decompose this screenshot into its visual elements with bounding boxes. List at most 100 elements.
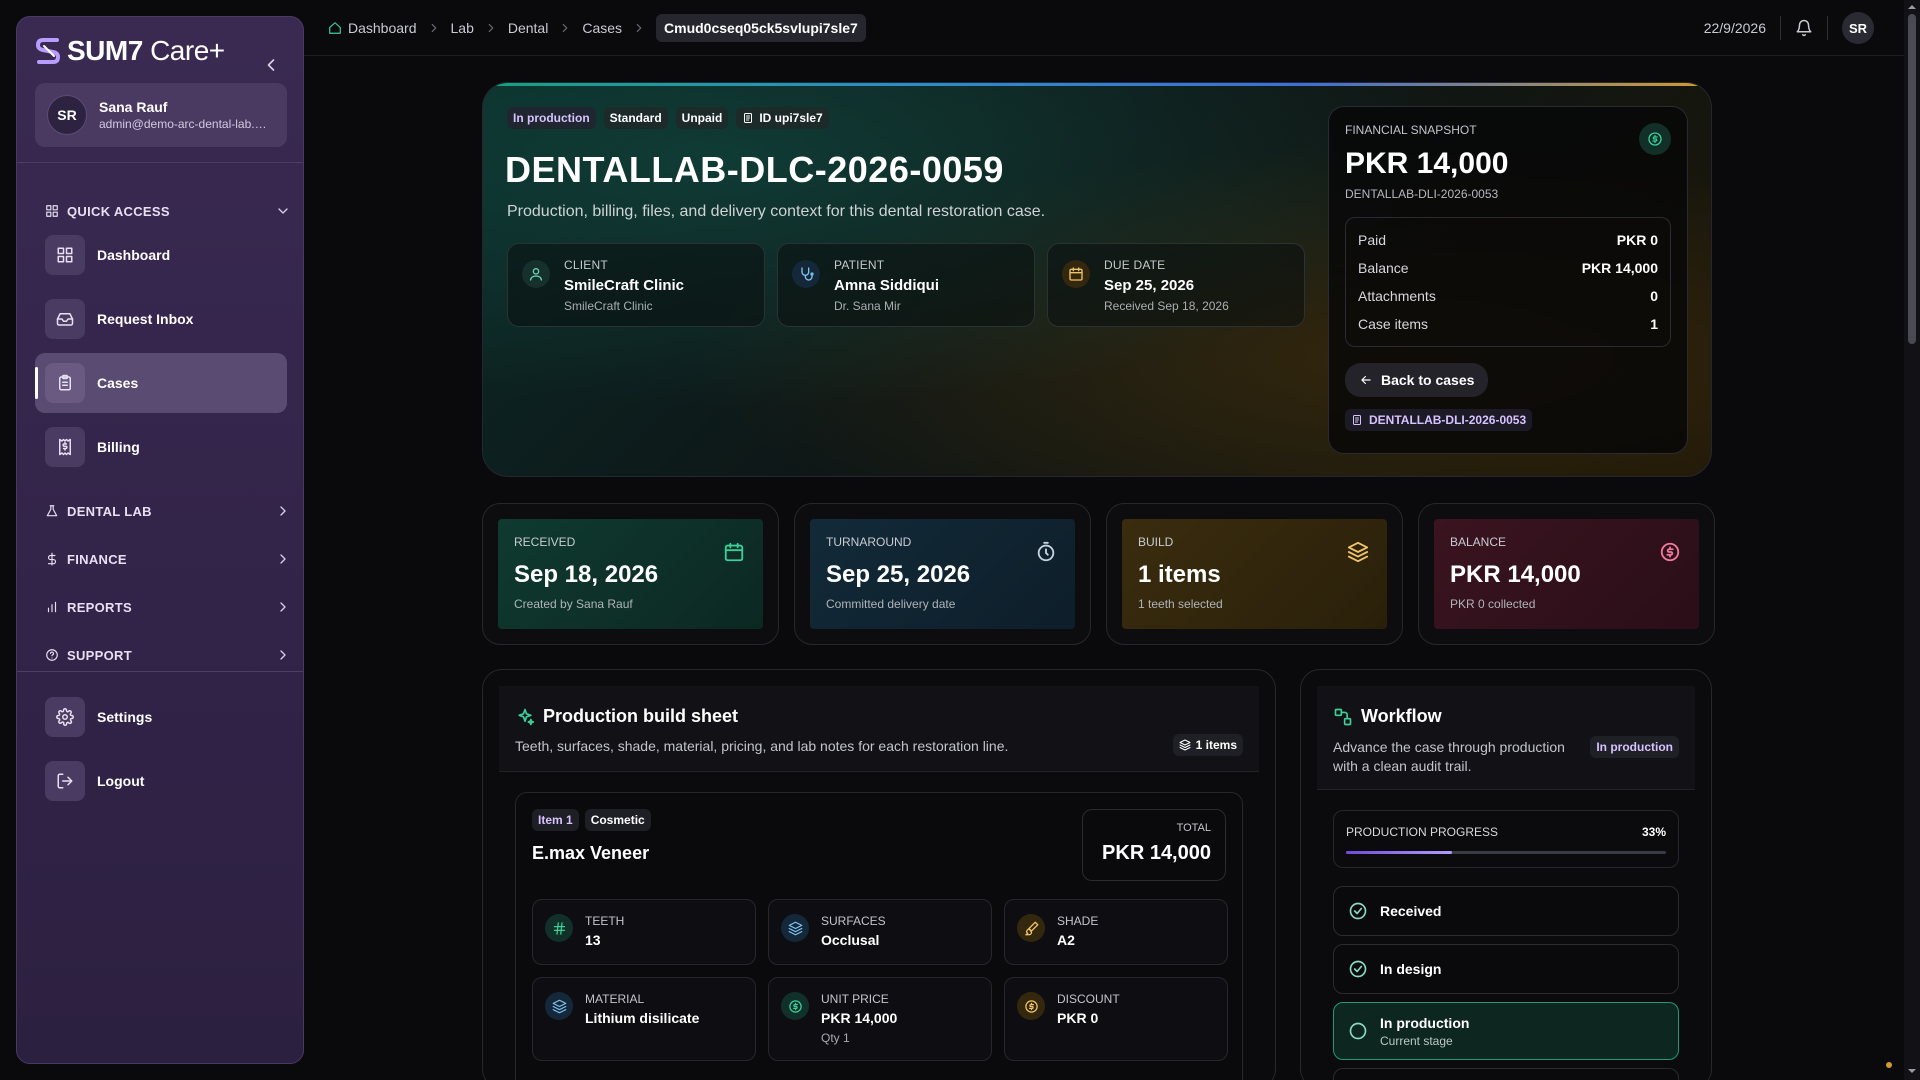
section-dental-lab[interactable]: DENTAL LAB: [45, 501, 291, 521]
stat-sub: Committed delivery date: [826, 597, 956, 611]
quick-access-toggle[interactable]: QUICK ACCESS: [45, 201, 291, 221]
snapshot-row-case-items: Case items 1: [1358, 316, 1658, 332]
dollar-circle-icon: [1660, 542, 1680, 562]
stage-sub: Current stage: [1380, 1033, 1453, 1048]
sidebar-item-label: Request Inbox: [97, 311, 194, 327]
sidebar-item-request-inbox[interactable]: Request Inbox: [35, 289, 287, 349]
section-label: FINANCE: [67, 551, 127, 567]
scroll-down-icon[interactable]: [1907, 1066, 1917, 1076]
stat-received: RECEIVED Sep 18, 2026 Created by Sana Ra…: [482, 503, 779, 645]
chevron-down-icon: [278, 208, 288, 214]
divider: [1780, 16, 1781, 40]
section-support[interactable]: SUPPORT: [45, 645, 291, 665]
sidebar-item-dashboard[interactable]: Dashboard: [35, 225, 287, 285]
status-dot: [1886, 1062, 1892, 1068]
snapshot-row-balance: Balance PKR 14,000: [1358, 260, 1658, 276]
stat-label: BUILD: [1138, 535, 1174, 549]
item-badges: Item 1 Cosmetic: [532, 809, 651, 831]
snapshot-amount: PKR 14,000: [1345, 147, 1509, 180]
check-circle-icon: [1349, 902, 1367, 920]
layers-icon: [781, 914, 809, 942]
chevron-left-icon[interactable]: [261, 55, 281, 75]
case-badges: In production Standard Unpaid ID upi7sle…: [507, 107, 829, 129]
stage-in-design[interactable]: In design: [1333, 944, 1679, 994]
sidebar-item-settings[interactable]: Settings: [35, 687, 287, 747]
stat-turnaround: TURNAROUND Sep 25, 2026 Committed delive…: [794, 503, 1091, 645]
scroll-up-icon[interactable]: [1907, 2, 1917, 12]
user-avatar: SR: [47, 95, 87, 135]
breadcrumb-dashboard[interactable]: Dashboard: [328, 20, 417, 36]
breadcrumb-cases[interactable]: Cases: [582, 20, 622, 36]
breadcrumb-dental[interactable]: Dental: [508, 20, 548, 36]
field-label: DISCOUNT: [1057, 992, 1120, 1006]
snapshot-label: FINANCIAL SNAPSHOT: [1345, 123, 1477, 137]
stage-received[interactable]: Received: [1333, 886, 1679, 936]
workflow-icon: [1334, 708, 1352, 725]
field-label: SURFACES: [821, 914, 886, 928]
check-circle-icon: [1349, 960, 1367, 978]
section-label: REPORTS: [67, 599, 132, 615]
sidebar-item-cases[interactable]: Cases: [35, 353, 287, 413]
section-reports[interactable]: REPORTS: [45, 597, 291, 617]
user-card[interactable]: SR Sana Rauf admin@demo-arc-dental-lab.e…: [35, 83, 287, 147]
brand-logo[interactable]: SUM7 Care+: [35, 35, 225, 67]
sidebar-item-billing[interactable]: Billing: [35, 417, 287, 477]
grid-icon: [45, 235, 85, 275]
user-name: Sana Rauf: [99, 99, 168, 115]
sidebar-item-label: Dashboard: [97, 247, 171, 263]
total-value: PKR 14,000: [1102, 842, 1211, 864]
dollar-circle-icon: [1017, 992, 1045, 1020]
field-value: PKR 14,000: [821, 1010, 898, 1026]
stat-label: BALANCE: [1450, 535, 1507, 549]
timer-icon: [1037, 541, 1055, 562]
items-count-chip: 1 items: [1172, 734, 1243, 756]
stat-label: RECEIVED: [514, 535, 576, 549]
field-unit-price: UNIT PRICE PKR 14,000 Qty 1: [768, 977, 992, 1061]
stat-sub: Created by Sana Rauf: [514, 597, 633, 611]
client-sub: SmileCraft Clinic: [564, 299, 653, 313]
section-finance[interactable]: FINANCE: [45, 549, 291, 569]
field-shade: SHADE A2: [1004, 899, 1228, 965]
field-label: UNIT PRICE: [821, 992, 889, 1006]
section-label: DENTAL LAB: [67, 503, 152, 519]
received-date: Received Sep 18, 2026: [1104, 299, 1229, 313]
circle-icon: [1349, 1022, 1367, 1040]
breadcrumb-lab[interactable]: Lab: [451, 20, 474, 36]
chevron-right-icon: [488, 23, 494, 32]
field-teeth: TEETH 13: [532, 899, 756, 965]
logout-icon: [45, 761, 85, 801]
progress-track: [1346, 851, 1666, 854]
topbar-right: 22/9/2026 SR: [1704, 12, 1874, 44]
divider: [17, 671, 303, 672]
invoice-link-chip[interactable]: DENTALLAB-DLI-2026-0053: [1345, 409, 1533, 431]
chevron-right-icon: [562, 23, 568, 32]
calendar-icon: [724, 542, 744, 562]
stat-sub: 1 teeth selected: [1138, 597, 1223, 611]
build-sheet-title: Production build sheet: [515, 706, 738, 727]
case-title: DENTALLAB-DLC-2026-0059: [505, 149, 1004, 190]
stage-in-production[interactable]: In production Current stage: [1333, 1002, 1679, 1060]
layers-icon: [1347, 541, 1369, 563]
back-to-cases-button[interactable]: Back to cases: [1345, 363, 1489, 397]
scroll-thumb[interactable]: [1908, 14, 1916, 344]
doctor-name: Dr. Sana Mir: [834, 299, 901, 313]
sidebar-item-logout[interactable]: Logout: [35, 751, 287, 811]
breadcrumb-current: Cmud0cseq05ck5svlupi7sle7: [656, 13, 866, 42]
chevron-right-icon: [431, 23, 436, 32]
current-date: 22/9/2026: [1703, 20, 1766, 36]
stat-value: Sep 18, 2026: [514, 561, 659, 588]
layers-icon: [1179, 739, 1191, 751]
workflow-panel: Workflow Advance the case through produc…: [1300, 669, 1712, 1080]
production-progress: PRODUCTION PROGRESS 33%: [1333, 810, 1679, 868]
account-avatar[interactable]: SR: [1842, 12, 1874, 44]
stethoscope-icon: [792, 260, 820, 288]
field-value: A2: [1057, 932, 1075, 948]
field-value: Occlusal: [821, 932, 880, 948]
scrollbar[interactable]: [1904, 0, 1920, 1080]
stat-label: TURNAROUND: [826, 535, 912, 549]
arrow-left-icon: [1361, 375, 1371, 385]
bell-icon[interactable]: [1795, 19, 1813, 37]
patient-name: Amna Siddiqui: [834, 277, 939, 294]
stage-next[interactable]: [1333, 1068, 1679, 1080]
field-value: 13: [585, 932, 601, 948]
